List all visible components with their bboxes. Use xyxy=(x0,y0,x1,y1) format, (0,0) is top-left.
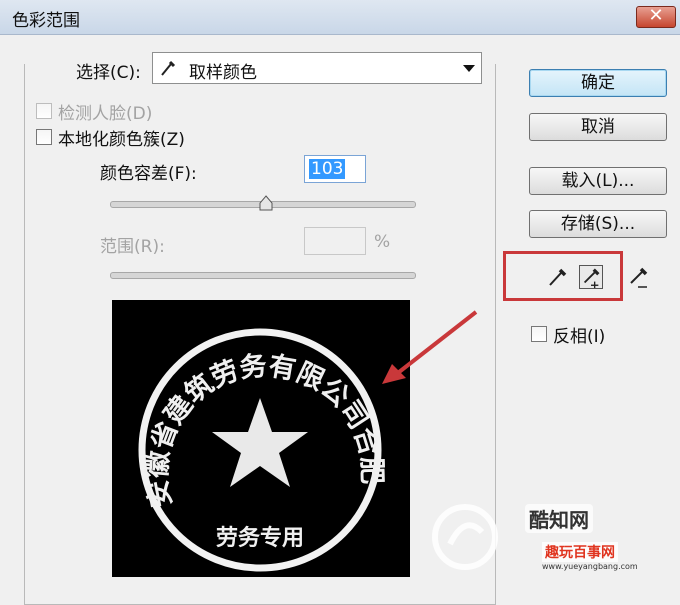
dialog-title: 色彩范围 xyxy=(12,11,80,31)
ok-button[interactable]: 确定 xyxy=(529,69,667,97)
watermark: 酷知网 趣玩百事网 www.yueyangbang.com xyxy=(430,492,680,577)
star-icon xyxy=(212,398,308,487)
eyedropper-minus-icon[interactable] xyxy=(626,265,650,289)
eyedropper-plus-icon[interactable] xyxy=(579,265,603,289)
watermark-tag: 趣玩百事网 xyxy=(542,542,618,562)
range-input[interactable] xyxy=(304,227,366,255)
preview-image: 安徽省建筑劳务有限公司合肥分公司 劳务专用 xyxy=(112,300,410,577)
fuzziness-slider-thumb[interactable] xyxy=(259,195,273,211)
load-button[interactable]: 载入(L)... xyxy=(529,167,667,195)
watermark-brand: 酷知网 xyxy=(525,504,593,533)
title-bar: 色彩范围 ✕ xyxy=(0,0,680,35)
watermark-logo-icon xyxy=(432,504,498,570)
cancel-button[interactable]: 取消 xyxy=(529,113,667,141)
watermark-site: www.yueyangbang.com xyxy=(542,562,638,571)
save-button[interactable]: 存储(S)... xyxy=(529,210,667,238)
select-dropdown[interactable]: 取样颜色 xyxy=(152,52,482,84)
fuzziness-input[interactable]: 103 xyxy=(304,155,366,183)
range-slider-track[interactable] xyxy=(110,272,416,279)
invert-checkbox[interactable] xyxy=(531,326,547,342)
detect-faces-label: 检测人脸(D) xyxy=(58,104,153,124)
detect-faces-checkbox[interactable] xyxy=(36,103,52,119)
localized-clusters-label: 本地化颜色簇(Z) xyxy=(58,130,185,150)
eyedropper-icon[interactable] xyxy=(545,265,569,289)
eyedropper-icon xyxy=(161,60,176,76)
range-label: 范围(R): xyxy=(100,237,165,257)
localized-clusters-checkbox[interactable] xyxy=(36,129,52,145)
fuzziness-label: 颜色容差(F): xyxy=(100,164,197,184)
select-value: 取样颜色 xyxy=(189,63,257,83)
chevron-down-icon xyxy=(463,65,475,72)
invert-label: 反相(I) xyxy=(553,327,606,347)
select-label: 选择(C): xyxy=(76,63,141,83)
fuzziness-value: 103 xyxy=(309,159,346,179)
annotation-arrow xyxy=(382,310,478,384)
seal-bottom-text: 劳务专用 xyxy=(216,525,304,551)
range-unit: % xyxy=(374,232,391,252)
seal-image: 安徽省建筑劳务有限公司合肥分公司 劳务专用 xyxy=(112,300,387,572)
close-button[interactable]: ✕ xyxy=(636,6,676,28)
